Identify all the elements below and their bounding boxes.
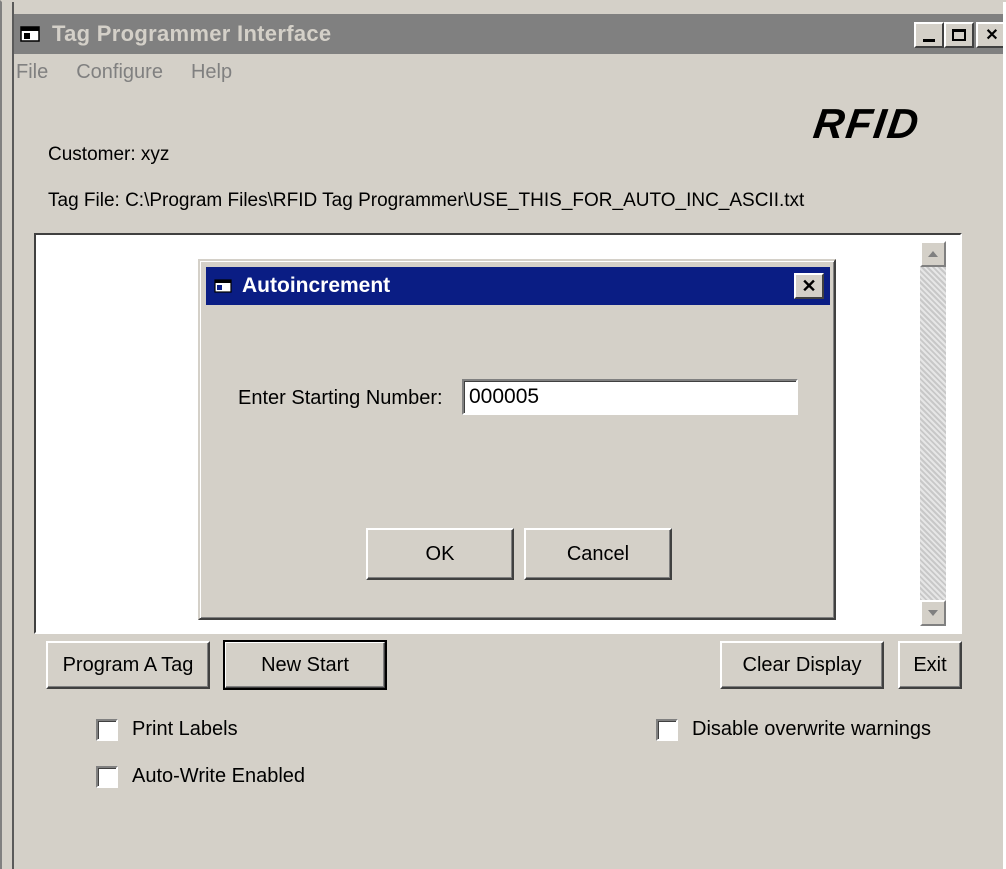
new-start-button[interactable]: New Start — [223, 640, 387, 690]
disable-overwrite-checkbox[interactable] — [656, 718, 678, 741]
vertical-scrollbar[interactable] — [920, 241, 946, 626]
autoincrement-dialog: Autoincrement ✕ Enter Starting Number: O… — [198, 259, 836, 620]
cancel-button[interactable]: Cancel — [524, 528, 672, 580]
print-labels-checkbox-row[interactable]: Print Labels — [96, 718, 238, 741]
main-window: Tag Programmer Interface ✕ File Configur… — [0, 0, 1006, 869]
scroll-down-icon — [928, 610, 938, 616]
auto-write-checkbox-row[interactable]: Auto-Write Enabled — [96, 765, 305, 788]
close-icon: ✕ — [801, 275, 817, 296]
window-left-frame — [2, 2, 14, 869]
close-button[interactable]: ✕ — [976, 22, 1006, 48]
ok-label: OK — [425, 542, 455, 565]
scroll-up-icon — [928, 251, 938, 257]
exit-button[interactable]: Exit — [898, 641, 962, 689]
maximize-icon — [952, 29, 966, 41]
rfid-logo: RFID — [810, 100, 924, 147]
menu-file[interactable]: File — [14, 61, 48, 84]
program-tag-button[interactable]: Program A Tag — [46, 641, 210, 689]
close-icon: ✕ — [985, 27, 999, 44]
disable-overwrite-label: Disable overwrite warnings — [692, 718, 931, 740]
scroll-down-button[interactable] — [920, 600, 946, 626]
dialog-title: Autoincrement — [242, 274, 391, 297]
program-tag-label: Program A Tag — [62, 653, 194, 676]
window-title: Tag Programmer Interface — [52, 21, 332, 46]
maximize-button[interactable] — [944, 22, 974, 48]
dialog-app-icon — [214, 277, 234, 295]
menu-help[interactable]: Help — [189, 61, 232, 84]
minimize-button[interactable] — [914, 22, 944, 48]
print-labels-checkbox[interactable] — [96, 718, 118, 741]
tag-file-label: Tag File: C:\Program Files\RFID Tag Prog… — [48, 190, 805, 211]
minimize-icon — [923, 38, 935, 42]
menu-configure[interactable]: Configure — [74, 61, 163, 84]
menu-bar: File Configure Help — [14, 56, 258, 88]
disable-overwrite-checkbox-row[interactable]: Disable overwrite warnings — [656, 718, 931, 741]
print-labels-label: Print Labels — [132, 718, 238, 740]
starting-number-input[interactable] — [462, 379, 798, 415]
clear-display-label: Clear Display — [742, 653, 862, 676]
starting-number-label: Enter Starting Number: — [238, 387, 443, 409]
cancel-label: Cancel — [566, 542, 630, 565]
dialog-title-bar[interactable]: Autoincrement ✕ — [206, 267, 830, 305]
auto-write-label: Auto-Write Enabled — [132, 765, 306, 787]
title-bar[interactable]: Tag Programmer Interface ✕ — [14, 14, 1006, 54]
ok-button[interactable]: OK — [366, 528, 514, 580]
customer-label: Customer: xyz — [48, 144, 170, 165]
auto-write-checkbox[interactable] — [96, 765, 118, 788]
app-icon — [20, 24, 42, 44]
dialog-close-button[interactable]: ✕ — [794, 273, 824, 299]
clear-display-button[interactable]: Clear Display — [720, 641, 884, 689]
new-start-label: New Start — [261, 653, 349, 676]
exit-label: Exit — [913, 653, 947, 676]
scroll-up-button[interactable] — [920, 241, 946, 267]
